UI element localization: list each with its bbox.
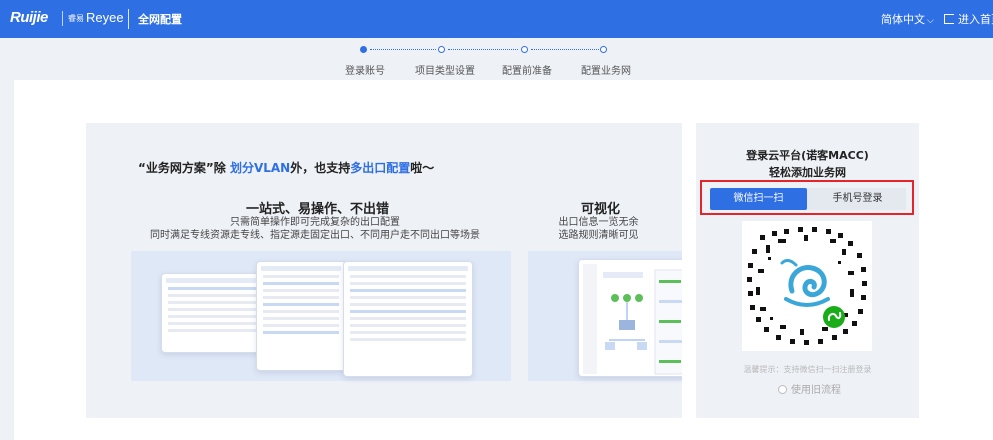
login-card: 登录云平台(诺客MACC) 轻松添加业务网 微信扫一扫 手机号登录 温馨提示：支… xyxy=(696,123,919,418)
top-navbar: Ruijie 睿易Reyee 全网配置 简体中文⌵ 进入首页 xyxy=(0,0,993,38)
step-label-login: 登录账号 xyxy=(345,66,385,77)
tagline-text: “业务网方案”除 xyxy=(138,161,230,175)
tagline-text: 啦～ xyxy=(410,161,435,175)
reyee-logo-mini: 睿易 xyxy=(68,14,84,24)
mock-config-window xyxy=(161,273,263,353)
use-old-flow-option[interactable]: 使用旧流程 xyxy=(778,381,841,396)
ruijie-logo: Ruijie xyxy=(10,9,48,26)
promo-tagline: “业务网方案”除 划分VLAN外，也支持多出口配置啦～ xyxy=(138,159,434,176)
enter-home-label: 进入首页 xyxy=(958,13,993,26)
tagline-highlight-multi-exit: 多出口配置 xyxy=(350,161,411,175)
feature1-desc: 只需简单操作即可完成复杂的出口配置 同时满足专线资源走专线、指定源走固定出口、不… xyxy=(140,216,490,242)
step-connector xyxy=(448,49,518,50)
mock-exit-config-window xyxy=(256,261,346,371)
feature2-title: 可视化 xyxy=(581,202,621,217)
qr-code-icon xyxy=(747,227,867,345)
mock-topology-window xyxy=(578,259,682,377)
logout-icon xyxy=(944,14,954,24)
wechat-qr-code xyxy=(742,221,872,351)
promo-card: “业务网方案”除 划分VLAN外，也支持多出口配置啦～ 一站式、易操作、不出错 … xyxy=(86,123,682,418)
login-title: 登录云平台(诺客MACC) xyxy=(746,149,869,162)
step-label-project-type: 项目类型设置 xyxy=(415,66,475,77)
login-subtitle: 轻松添加业务网 xyxy=(769,166,846,179)
mock-route-window xyxy=(343,261,473,377)
reyee-logo: 睿易 Reyee xyxy=(68,10,124,25)
step-dot-2 xyxy=(438,46,445,53)
language-label: 简体中文 xyxy=(881,13,925,26)
language-select[interactable]: 简体中文 ⌵ xyxy=(881,11,934,27)
feature2-desc-line2: 选路规则清晰可见 xyxy=(558,230,639,241)
step-dot-4 xyxy=(600,46,607,53)
feature2-desc: 出口信息一览无余 选路规则清晰可见 xyxy=(546,216,651,242)
step-dot-1 xyxy=(360,46,367,53)
feature1-desc-line1: 只需简单操作即可完成复杂的出口配置 xyxy=(230,217,400,228)
enter-home-link[interactable]: 进入首页 xyxy=(944,11,993,27)
qr-hint-text: 温馨提示：支持微信扫一扫注册登录 xyxy=(743,365,872,374)
tab-phone-login[interactable]: 手机号登录 xyxy=(809,188,906,210)
step-label-business-network: 配置业务网 xyxy=(581,66,631,77)
feature2-desc-line1: 出口信息一览无余 xyxy=(558,217,639,228)
chevron-down-icon: ⌵ xyxy=(927,16,934,26)
old-flow-label: 使用旧流程 xyxy=(791,385,841,396)
progress-steps: 登录账号 项目类型设置 配置前准备 配置业务网 xyxy=(0,38,993,80)
title-divider xyxy=(128,9,129,29)
feature1-title: 一站式、易操作、不出错 xyxy=(246,202,390,217)
step-label-preparation: 配置前准备 xyxy=(502,66,552,77)
step-connector xyxy=(370,49,436,50)
tagline-text: 外，也支持 xyxy=(290,161,351,175)
tab-wechat-scan[interactable]: 微信扫一扫 xyxy=(710,188,807,210)
step-dot-3 xyxy=(521,46,528,53)
login-tabs: 微信扫一扫 手机号登录 xyxy=(710,188,906,210)
logo-divider xyxy=(62,11,63,26)
topology-diagram xyxy=(583,264,682,375)
feature2-screenshot xyxy=(528,251,682,381)
app-title: 全网配置 xyxy=(138,13,182,26)
radio-icon[interactable] xyxy=(778,385,787,394)
tagline-highlight-vlan: 划分VLAN xyxy=(229,161,291,175)
feature1-screenshot xyxy=(131,251,511,381)
login-tabs-highlight: 微信扫一扫 手机号登录 xyxy=(700,180,914,215)
step-connector xyxy=(531,49,599,50)
reyee-logo-text: Reyee xyxy=(86,10,124,25)
feature1-desc-line2: 同时满足专线资源走专线、指定源走固定出口、不同用户走不同出口等场景 xyxy=(150,230,480,241)
miniprogram-badge xyxy=(823,306,845,328)
